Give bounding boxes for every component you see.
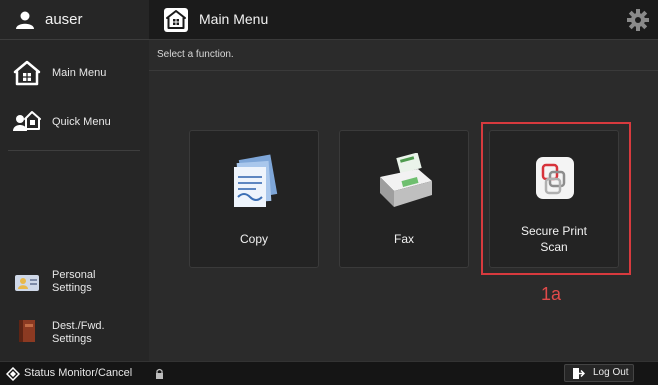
home-icon (13, 60, 41, 86)
gear-icon[interactable] (626, 8, 650, 32)
status-monitor-button[interactable]: Status Monitor/Cancel (0, 362, 149, 385)
callout-label: 1a (541, 284, 562, 304)
user-row[interactable]: auser (0, 0, 149, 40)
main-panel: Select a function. Copy Fax Secure Print… (149, 40, 658, 361)
header-bar: Main Menu (149, 0, 658, 40)
copy-icon (234, 154, 278, 207)
sidebar-item-label: Main Menu (52, 67, 107, 79)
lock-icon (156, 368, 163, 379)
sidebar-divider (8, 150, 140, 151)
sidebar-item-label: Personal Settings (52, 269, 96, 294)
logout-icon (573, 368, 585, 379)
fax-tile[interactable]: Fax (339, 130, 469, 268)
user-name: auser (45, 11, 83, 28)
tile-label: Fax (393, 232, 414, 246)
tile-label: Copy (239, 232, 268, 246)
sidebar-item-label: Quick Menu (52, 116, 111, 128)
sidebar: auser Main Menu Quick Menu Personal Sett… (0, 0, 149, 361)
sidebar-item-dest-fwd-settings[interactable]: Dest./Fwd. Settings (0, 314, 149, 354)
logout-label: Log Out (593, 367, 629, 378)
page-title: Main Menu (199, 11, 269, 27)
fax-icon (380, 153, 432, 207)
instruction-text: Select a function. (157, 49, 234, 60)
status-monitor-icon (6, 367, 20, 381)
status-bar: Status Monitor/Cancel Log Out (0, 361, 658, 385)
quick-menu-icon (13, 111, 41, 131)
sidebar-item-personal-settings[interactable]: Personal Settings (0, 263, 149, 303)
divider (149, 70, 658, 71)
device-screen: auser Main Menu Quick Menu Personal Sett… (0, 0, 658, 385)
address-book-icon (19, 320, 35, 342)
status-monitor-label: Status Monitor/Cancel (24, 367, 133, 379)
personal-settings-icon (15, 275, 39, 291)
sidebar-item-quick-menu[interactable]: Quick Menu (0, 101, 149, 145)
user-icon (16, 11, 34, 29)
logout-button[interactable]: Log Out (564, 364, 634, 382)
sidebar-item-label: Dest./Fwd. Settings (52, 320, 105, 345)
copy-tile[interactable]: Copy (189, 130, 319, 268)
home-icon (164, 8, 188, 32)
sidebar-item-main-menu[interactable]: Main Menu (0, 52, 149, 96)
highlight-annotation-box (481, 122, 631, 275)
